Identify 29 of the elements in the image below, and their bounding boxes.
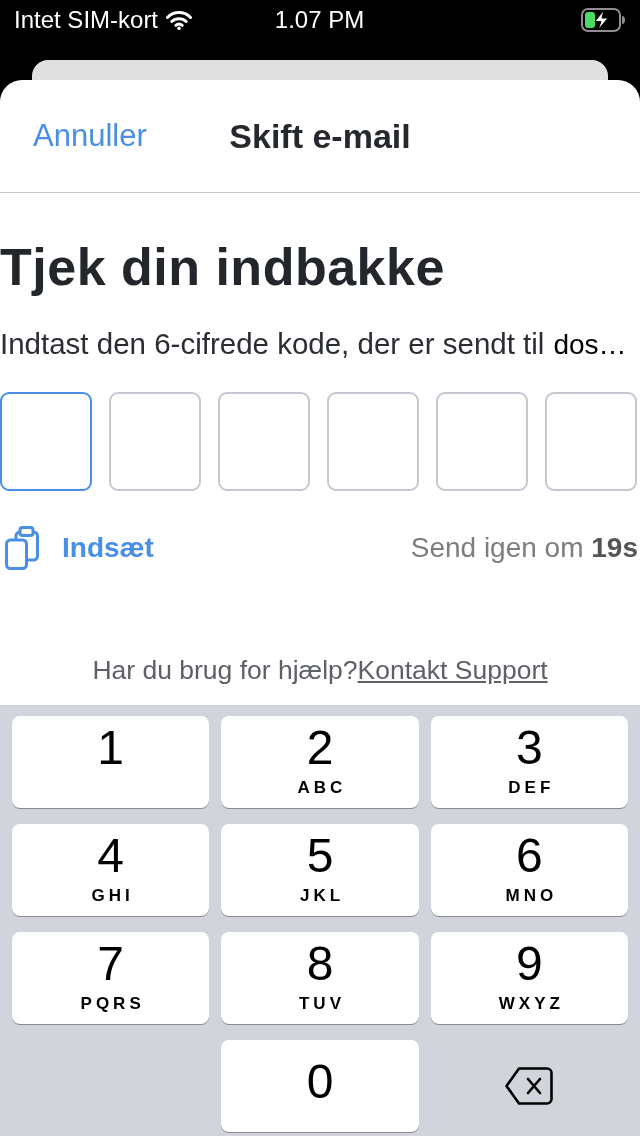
heading: Tjek din indbakke [0,237,445,297]
backspace-icon[interactable] [505,1067,554,1105]
code-input[interactable] [545,392,637,491]
key-button[interactable]: 4 GHI [12,824,210,916]
resend-timer: Send igen om 19s [410,531,638,565]
instruction-text: Indtast den 6-cifrede kode, der er sendt til [0,327,545,361]
key-button[interactable]: 1 [12,716,210,808]
carrier-name: Intet SIM-kort [14,6,159,34]
code-input[interactable] [109,392,201,491]
key-button[interactable]: 9 WXYZ [430,932,628,1024]
code-input[interactable] [436,392,528,491]
battery-charging-icon [581,8,625,32]
key-button[interactable]: 8 TUV [221,932,419,1024]
key-button[interactable]: 2 ABC [221,716,419,808]
key-button[interactable]: 5 JKL [221,824,419,916]
code-input[interactable] [0,392,92,491]
wifi-icon [166,10,193,30]
key-button[interactable]: 7 PQRS [12,932,210,1024]
status-time: 1.07 PM [274,6,365,34]
code-input[interactable] [327,392,419,491]
email-address: dos… [553,328,627,362]
key-button[interactable]: 3 DEF [430,716,628,808]
key-button[interactable]: 6 MNO [430,824,628,916]
nav-title: Skift e-mail [229,116,411,156]
clipboard-icon [5,526,39,570]
help-question: Har du brug for hjælp? [92,655,358,685]
support-link[interactable]: Kontakt Support [357,655,548,685]
key-button[interactable]: 0 [221,1040,419,1132]
code-input[interactable] [218,392,310,491]
